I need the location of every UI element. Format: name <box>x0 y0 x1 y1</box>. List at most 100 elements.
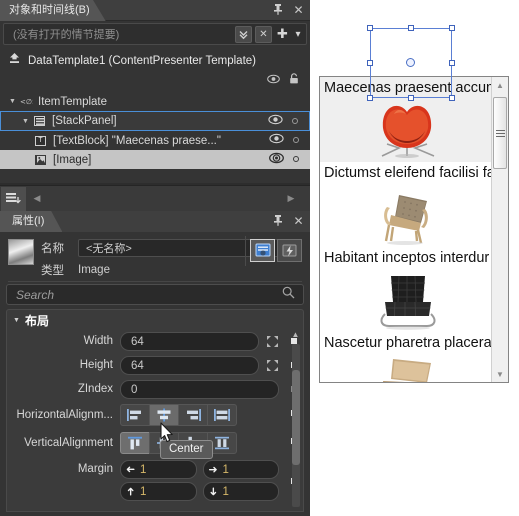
expander-icon[interactable]: ▼ <box>6 98 19 105</box>
list-item[interactable]: Habitant inceptos interdur <box>320 247 491 332</box>
halign-right-button[interactable] <box>178 404 208 426</box>
margin-right-field[interactable]: ➜ 1 <box>202 460 279 479</box>
layers-down-icon[interactable] <box>1 186 26 211</box>
stackpanel-icon <box>32 116 47 126</box>
storyboard-placeholder: (没有打开的情节提要) <box>13 29 120 41</box>
close-icon[interactable]: ✕ <box>291 213 306 228</box>
margin-fields: ➜ 1 ➜ 1 ➜ 1 ➜ 1 <box>120 460 279 504</box>
image-thumbnail <box>8 239 34 265</box>
scrollbar-thumb[interactable] <box>493 97 507 169</box>
lock-toggle[interactable] <box>292 118 298 124</box>
auto-size-icon[interactable] <box>265 358 279 372</box>
tree-row-textblock[interactable]: T [TextBlock] "Maecenas praese..." <box>0 131 310 150</box>
expander-icon[interactable]: ▼ <box>19 118 32 125</box>
layout-section-scrollbar[interactable]: ▲ <box>290 330 301 509</box>
tab-properties[interactable]: 属性(I) <box>0 211 63 232</box>
tree-row-stackpanel[interactable]: ▼ [StackPanel] <box>0 111 310 131</box>
right-arrow-icon[interactable]: ▶ <box>280 193 302 204</box>
halign-stretch-button[interactable] <box>207 404 237 426</box>
lock-icon[interactable] <box>289 71 299 89</box>
wood-lounge-chair <box>369 183 447 247</box>
property-row-width: Width 64 <box>7 330 303 352</box>
tree-row-itemtemplate[interactable]: ▼ <∅> ItemTemplate <box>0 92 310 111</box>
tree-row-image[interactable]: [Image] <box>0 150 310 169</box>
resize-handle-sw[interactable] <box>367 95 373 101</box>
list-item-image[interactable] <box>324 268 491 332</box>
plus-icon[interactable]: ✚ <box>275 26 290 43</box>
resize-handle-w[interactable] <box>367 60 373 66</box>
resize-handle-nw[interactable] <box>367 25 373 31</box>
template-scope-row[interactable]: DataTemplate1 (ContentPresenter Template… <box>0 50 310 72</box>
chevrons-down-icon[interactable] <box>235 25 252 43</box>
list-item-image[interactable] <box>324 98 491 162</box>
property-row-height: Height 64 <box>7 354 303 376</box>
events-view-icon[interactable] <box>277 239 302 262</box>
objects-and-timeline-panel: 对象和时间线(B) ✕ (没有打开的情节提要) ✕ ✚ ▾ DataTempla… <box>0 0 310 183</box>
resize-handle-n[interactable] <box>408 25 414 31</box>
scrollbar-thumb[interactable] <box>292 370 300 465</box>
eye-icon-active[interactable] <box>269 152 284 167</box>
list-item[interactable]: Dictumst eleifend facilisi fa <box>320 162 491 247</box>
horizontal-alignment-buttons <box>120 404 279 426</box>
valign-top-button[interactable] <box>120 432 150 454</box>
tab-objects-and-timeline[interactable]: 对象和时间线(B) <box>0 0 106 21</box>
margin-left-field[interactable]: ➜ 1 <box>120 460 197 479</box>
close-icon[interactable]: ✕ <box>291 2 306 17</box>
objects-panel-tabbar: 对象和时间线(B) ✕ <box>0 0 310 21</box>
scroll-down-arrow-icon[interactable]: ▼ <box>492 366 508 382</box>
pin-icon[interactable] <box>270 213 285 228</box>
auto-size-icon[interactable] <box>265 334 279 348</box>
divider <box>245 236 246 266</box>
eye-icon[interactable] <box>268 114 283 128</box>
storyboard-close-icon[interactable]: ✕ <box>255 25 272 43</box>
search-input[interactable]: Search <box>7 288 282 302</box>
vertical-alignment-label: VerticalAlignment <box>24 437 113 449</box>
dropdown-arrow-icon[interactable]: ▾ <box>292 26 304 43</box>
image-icon <box>33 154 48 165</box>
lock-toggle[interactable] <box>293 137 299 143</box>
objects-panel-tab-buttons: ✕ <box>270 2 306 17</box>
list-item-image[interactable] <box>324 353 491 382</box>
listbox-scrollbar[interactable]: ▲ ▼ <box>491 77 508 382</box>
lock-toggle[interactable] <box>293 156 299 162</box>
width-input[interactable]: 64 <box>120 331 259 351</box>
resize-handle-e[interactable] <box>449 60 455 66</box>
transform-origin-marker[interactable] <box>406 58 415 67</box>
storyboard-picker[interactable]: (没有打开的情节提要) ✕ ✚ ▾ <box>3 23 307 45</box>
arrow-right-icon: ➜ <box>208 464 218 476</box>
listbox-control[interactable]: Maecenas praesent accum Dictumst eleifen… <box>319 76 509 383</box>
properties-view-icon[interactable] <box>250 239 275 262</box>
scroll-up-arrow-icon[interactable]: ▲ <box>290 330 301 340</box>
properties-tabbar: 属性(I) ✕ <box>0 211 310 232</box>
caret-down-icon[interactable]: ▼ <box>13 317 20 324</box>
margin-bottom-field[interactable]: ➜ 1 <box>202 482 279 501</box>
list-item[interactable]: Nascetur pharetra placera <box>320 332 491 382</box>
element-identity-block: 名称 <无名称> 类型 Image <box>0 232 310 282</box>
magnifier-icon[interactable] <box>282 286 303 304</box>
tab-properties-label: 属性(I) <box>12 215 45 227</box>
resize-handle-se[interactable] <box>449 95 455 101</box>
arrow-left-icon: ➜ <box>125 463 136 475</box>
layout-section-header[interactable]: ▼ 布局 <box>7 310 303 330</box>
eye-icon[interactable] <box>267 71 280 89</box>
margin-top-field[interactable]: ➜ 1 <box>120 482 197 501</box>
return-scope-icon[interactable] <box>8 52 21 70</box>
template-visibility-row <box>0 72 310 88</box>
height-input[interactable]: 64 <box>120 355 259 375</box>
resize-handle-ne[interactable] <box>449 25 455 31</box>
eye-icon[interactable] <box>269 133 284 147</box>
tree-label: [TextBlock] "Maecenas praese..." <box>53 134 221 147</box>
horizontal-alignment-label: HorizontalAlignm... <box>16 409 113 421</box>
halign-left-button[interactable] <box>120 404 150 426</box>
zindex-input[interactable]: 0 <box>120 379 279 399</box>
scroll-up-arrow-icon[interactable]: ▲ <box>492 77 508 93</box>
list-item-image[interactable] <box>324 183 491 247</box>
list-item-text: Nascetur pharetra placera <box>324 335 491 351</box>
property-search-box[interactable]: Search <box>6 284 304 305</box>
scrollbar-track[interactable] <box>292 344 300 507</box>
margin-left-value: 1 <box>140 463 147 476</box>
resize-handle-s[interactable] <box>408 95 414 101</box>
property-row-vertical-alignment: VerticalAlignment <box>7 430 303 456</box>
pin-icon[interactable] <box>270 2 285 17</box>
left-arrow-icon[interactable]: ◀ <box>26 193 48 204</box>
